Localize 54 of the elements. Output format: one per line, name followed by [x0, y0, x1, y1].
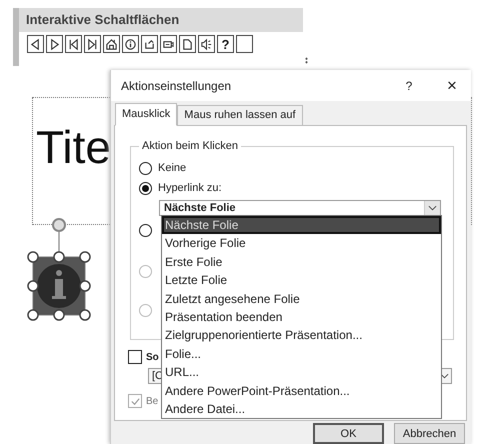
dialog-button[interactable]: Abbrechen: [394, 423, 465, 444]
checkbox[interactable]: [128, 350, 142, 364]
chevron-down-icon: [428, 205, 437, 211]
house-icon: [105, 38, 118, 50]
dropdown-item[interactable]: Andere PowerPoint-Präsentation...: [162, 382, 441, 400]
panel-title: Interaktive Schaltflächen: [19, 8, 303, 32]
dialog-title: Aktionseinstellungen: [121, 78, 232, 92]
close-button[interactable]: ×: [441, 76, 463, 96]
speaker-icon: [200, 38, 213, 50]
radio-label: Hyperlink zu:: [158, 182, 222, 194]
left-triangle-icon: [29, 38, 42, 50]
dropdown-item[interactable]: Letzte Folie: [162, 271, 441, 290]
radio-button[interactable]: [139, 224, 152, 236]
resize-grip-icon: [305, 57, 308, 64]
action-button[interactable]: [65, 35, 82, 53]
action-button[interactable]: [141, 35, 158, 53]
dropdown-item[interactable]: Präsentation beenden: [162, 308, 441, 326]
radio-button[interactable]: [139, 162, 152, 174]
tab[interactable]: Mausklick: [115, 103, 178, 126]
tab[interactable]: Maus ruhen lassen auf: [177, 105, 303, 126]
return-arrow-icon: [143, 38, 156, 50]
action-button[interactable]: [46, 35, 63, 53]
radio-button[interactable]: [139, 182, 152, 194]
action-button[interactable]: [198, 35, 215, 53]
action-button[interactable]: [27, 35, 44, 53]
dropdown-item[interactable]: Zielgruppenorientierte Präsentation...: [162, 326, 441, 345]
skip-start-icon: [67, 38, 80, 50]
dropdown-item[interactable]: URL...: [162, 363, 441, 382]
slide-title: Tite: [36, 122, 111, 173]
action-button[interactable]: [179, 35, 196, 53]
skip-end-icon: [86, 38, 99, 50]
dropdown-item[interactable]: Andere Datei...: [162, 400, 441, 418]
action-button[interactable]: [160, 35, 177, 53]
action-button[interactable]: [84, 35, 101, 53]
document-icon: [181, 38, 194, 50]
right-triangle-icon: [48, 38, 61, 50]
dropdown-item[interactable]: Zuletzt angesehene Folie: [162, 290, 441, 308]
action-button[interactable]: [103, 35, 120, 53]
action-button[interactable]: ?: [217, 35, 234, 53]
dropdown-item[interactable]: Folie...: [162, 344, 441, 364]
action-button[interactable]: [236, 35, 253, 53]
help-button[interactable]: ?: [399, 78, 419, 92]
checkbox-label: Be: [146, 396, 158, 406]
info-icon: [124, 38, 137, 50]
action-button[interactable]: [122, 35, 139, 53]
dropdown-item[interactable]: Vorherige Folie: [162, 234, 441, 253]
check-icon: [130, 396, 140, 406]
dropdown-item[interactable]: Erste Folie: [162, 252, 441, 272]
radio-label: Keine: [158, 162, 186, 174]
dialog-button[interactable]: OK: [313, 423, 384, 444]
dropdown-item[interactable]: Nächste Folie: [162, 216, 441, 234]
checkbox-label: So: [146, 352, 159, 362]
group-label: Aktion beim Klicken: [141, 140, 239, 152]
panel-edge: [13, 8, 19, 66]
